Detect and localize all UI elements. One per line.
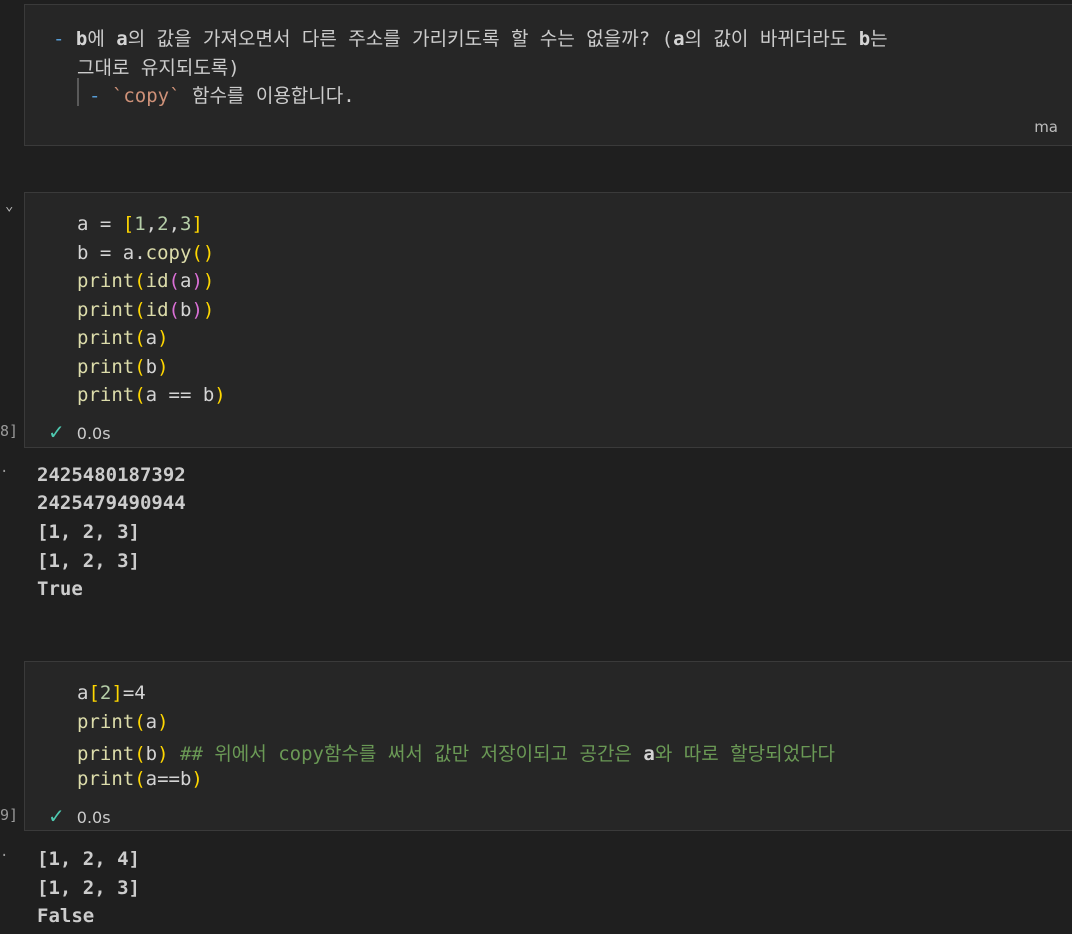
code-line: a = [1,2,3] bbox=[77, 213, 203, 235]
output-dot-icon[interactable]: · bbox=[0, 848, 8, 864]
execution-count: 9] bbox=[0, 806, 19, 824]
execution-status: ✓ 0.0s bbox=[48, 804, 111, 828]
markdown-line-1: - b에 a의 값을 가져오면서 다른 주소를 가리키도록 할 수는 없을까? … bbox=[53, 24, 888, 51]
markdown-line-3: - `copy` 함수를 이용합니다. bbox=[89, 81, 355, 108]
code-line: print(id(b)) bbox=[77, 299, 215, 321]
list-dash: - bbox=[53, 28, 76, 50]
cell-language-tag[interactable]: ma bbox=[1034, 118, 1058, 136]
bold-a: a bbox=[673, 28, 685, 50]
code-line: b = a.copy() bbox=[77, 242, 215, 264]
code-line: print(id(a)) bbox=[77, 270, 215, 292]
chevron-down-icon[interactable]: ⌄ bbox=[5, 198, 13, 214]
code-comment: ## 위에서 copy함수를 써서 값만 저장이되고 공간은 bbox=[168, 743, 644, 765]
bold-a: a bbox=[116, 28, 128, 50]
execution-time: 0.0s bbox=[76, 808, 111, 827]
execution-status: ✓ 0.0s bbox=[48, 420, 111, 444]
text-part: 는 bbox=[870, 28, 888, 50]
output-line: 2425479490944 bbox=[37, 492, 186, 514]
check-icon: ✓ bbox=[48, 804, 65, 828]
output-line: [1, 2, 3] bbox=[37, 521, 140, 543]
text-part: 의 값이 바뀌더라도 bbox=[684, 28, 859, 50]
execution-count: 8] bbox=[0, 422, 19, 440]
code-line: a[2]=4 bbox=[77, 682, 146, 704]
notebook-page: - b에 a의 값을 가져오면서 다른 주소를 가리키도록 할 수는 없을까? … bbox=[0, 0, 1072, 934]
bold-b: b bbox=[858, 28, 871, 50]
code-line: print(a == b) bbox=[77, 384, 226, 406]
code-line: print(a==b) bbox=[77, 768, 203, 790]
output-line: [1, 2, 3] bbox=[37, 550, 140, 572]
text-part: 함수를 이용합니다. bbox=[180, 85, 355, 107]
blockquote-bar bbox=[77, 78, 79, 106]
output-dot-icon[interactable]: · bbox=[0, 464, 8, 480]
inline-code: `copy` bbox=[111, 85, 181, 107]
output-line: [1, 2, 3] bbox=[37, 877, 140, 899]
bold-b: b bbox=[75, 28, 88, 50]
output-line: False bbox=[37, 905, 95, 927]
markdown-line-2: 그대로 유지되도록) bbox=[77, 57, 240, 79]
code-line: print(b) ## 위에서 copy함수를 써서 값만 저장이되고 공간은 … bbox=[77, 743, 836, 765]
code-line: print(a) bbox=[77, 327, 169, 349]
check-icon: ✓ bbox=[48, 420, 65, 444]
execution-time: 0.0s bbox=[76, 424, 111, 443]
output-line: True bbox=[37, 578, 83, 600]
text-part: 의 값을 가져오면서 다른 주소를 가리키도록 할 수는 없을까? ( bbox=[127, 28, 674, 50]
code-line: print(b) bbox=[77, 356, 169, 378]
list-dash: - bbox=[89, 85, 112, 107]
text-part: 에 bbox=[87, 28, 117, 50]
code-line: print(a) bbox=[77, 711, 169, 733]
output-line: 2425480187392 bbox=[37, 464, 186, 486]
output-line: [1, 2, 4] bbox=[37, 848, 140, 870]
